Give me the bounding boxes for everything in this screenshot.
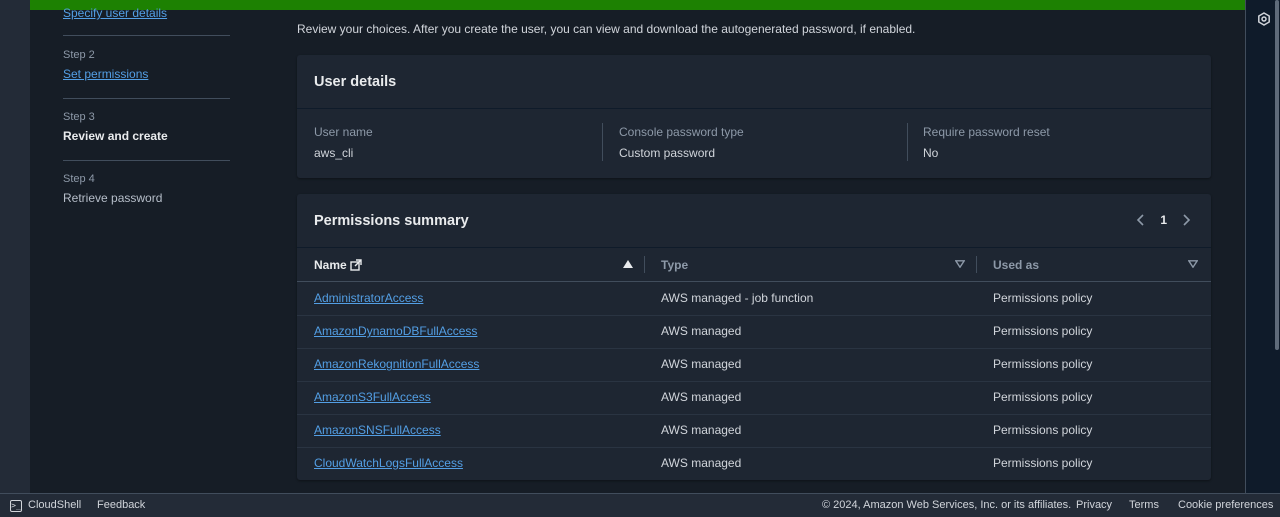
table-header: Name Type Used as [297,248,1211,282]
field-value: aws_cli [314,146,354,160]
policy-link[interactable]: AmazonRekognitionFullAccess [314,357,479,371]
policy-type: AWS managed - job function [661,291,814,305]
left-rail [0,0,30,493]
user-details-panel: User details User name aws_cli Console p… [297,55,1211,178]
step-4: Step 4 Retrieve password [63,173,230,205]
policy-link[interactable]: AdministratorAccess [314,291,423,305]
panel-title: Permissions summary [314,213,469,229]
panel-title: User details [314,74,397,90]
success-flashbar [30,0,1245,10]
policy-link[interactable]: CloudWatchLogsFullAccess [314,456,463,470]
panel-header: User details [297,55,1211,109]
field-label: Console password type [619,125,744,139]
policy-used-as: Permissions policy [993,324,1093,338]
step-divider [63,98,230,99]
terms-link[interactable]: Terms [1129,499,1159,511]
column-divider [907,123,908,161]
field-value: Custom password [619,146,716,160]
table-row: AmazonSNSFullAccess AWS managed Permissi… [297,414,1211,448]
policy-link[interactable]: AmazonSNSFullAccess [314,423,441,437]
column-divider [602,123,603,161]
review-intro-text: Review your choices. After you create th… [297,22,916,36]
step-number: Step 2 [63,49,95,61]
cookie-preferences-link[interactable]: Cookie preferences [1178,499,1273,511]
field-label: User name [314,125,373,139]
policy-type: AWS managed [661,324,742,338]
policy-used-as: Permissions policy [993,291,1093,305]
column-divider [976,256,977,273]
cloudshell-icon[interactable]: >_ [10,500,22,512]
sort-descending-icon[interactable] [1188,260,1198,268]
step1-link[interactable]: Specify user details [63,6,167,20]
field-label: Require password reset [923,125,1050,139]
step-number: Step 3 [63,111,95,123]
field-password-type: Console password type Custom password [619,125,744,160]
step-divider [63,35,230,36]
table-row: AmazonRekognitionFullAccess AWS managed … [297,348,1211,382]
pagination: 1 [1136,213,1191,227]
policy-type: AWS managed [661,390,742,404]
policy-used-as: Permissions policy [993,456,1093,470]
chevron-right-icon[interactable] [1181,213,1191,227]
privacy-link[interactable]: Privacy [1076,499,1112,511]
table-row: AmazonDynamoDBFullAccess AWS managed Per… [297,315,1211,349]
settings-icon[interactable] [1257,12,1271,26]
step-3: Step 3 Review and create [63,111,230,143]
external-link-icon [350,259,362,271]
sort-ascending-icon[interactable] [623,260,633,268]
console-footer: >_ CloudShell Feedback © 2024, Amazon We… [0,493,1280,517]
column-header-name[interactable]: Name [314,258,347,272]
step-divider [63,160,230,161]
step3-current-label: Review and create [63,129,168,143]
sort-descending-icon[interactable] [955,260,965,268]
table-row: AdministratorAccess AWS managed - job fu… [297,282,1211,316]
table-row: CloudWatchLogsFullAccess AWS managed Per… [297,447,1211,480]
step-number: Step 4 [63,173,95,185]
column-header-used-as[interactable]: Used as [993,258,1039,272]
policy-used-as: Permissions policy [993,423,1093,437]
chevron-left-icon[interactable] [1136,213,1146,227]
page-number[interactable]: 1 [1160,213,1167,227]
cloudshell-button[interactable]: CloudShell [28,499,81,511]
policy-used-as: Permissions policy [993,357,1093,371]
table-row: AmazonS3FullAccess AWS managed Permissio… [297,381,1211,415]
permissions-summary-panel: Permissions summary 1 Name Type Used as [297,194,1211,480]
column-divider [644,256,645,273]
field-password-reset: Require password reset No [923,125,1050,160]
policy-type: AWS managed [661,456,742,470]
step4-label: Retrieve password [63,191,163,205]
step2-link[interactable]: Set permissions [63,67,230,81]
scrollbar-thumb[interactable] [1275,0,1279,350]
policy-type: AWS managed [661,423,742,437]
field-user-name: User name aws_cli [314,125,373,160]
table-body: AdministratorAccess AWS managed - job fu… [297,282,1211,480]
step-2: Step 2 Set permissions [63,49,230,81]
field-value: No [923,146,939,160]
policy-type: AWS managed [661,357,742,371]
copyright-text: © 2024, Amazon Web Services, Inc. or its… [822,499,1072,511]
policy-link[interactable]: AmazonDynamoDBFullAccess [314,324,477,338]
feedback-button[interactable]: Feedback [97,499,145,511]
panel-header: Permissions summary 1 [297,194,1211,248]
policy-link[interactable]: AmazonS3FullAccess [314,390,431,404]
column-header-type[interactable]: Type [661,258,688,272]
policy-used-as: Permissions policy [993,390,1093,404]
